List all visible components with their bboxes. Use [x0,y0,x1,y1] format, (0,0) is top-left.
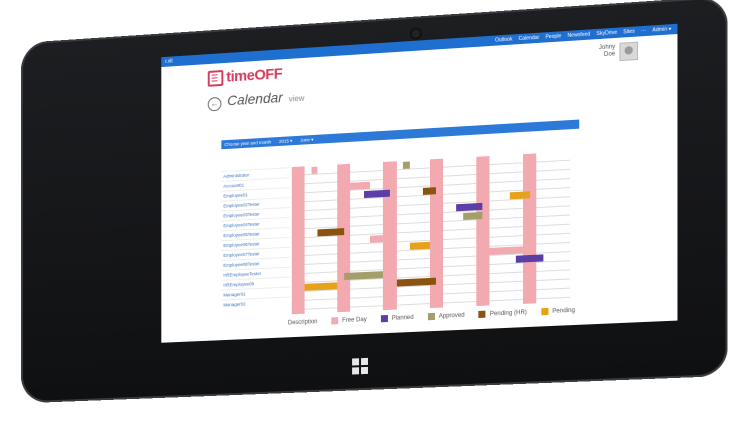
calendar-day-column [337,164,344,313]
legend-label-0: Free Day [342,316,367,324]
legend-label: Description [287,318,318,326]
calendar-day-column [291,166,299,315]
page-subtitle: view [288,93,305,104]
leave-bar[interactable] [456,202,483,212]
leave-bar[interactable] [317,228,344,237]
calendar-day-column [456,157,463,307]
legend-item: Planned [380,314,414,323]
leave-bar[interactable] [370,235,384,243]
leave-bar[interactable] [311,166,318,174]
nav-admin[interactable]: Admin ▾ [652,26,671,33]
calendar-day-column [330,164,338,313]
calendar-day-column [298,166,305,314]
legend-item: Free Day [331,316,367,325]
calendar-day-column [403,160,410,310]
legend-swatch [478,310,486,319]
calendar-day-column [429,159,437,309]
app-logo[interactable]: timeOFF [207,65,283,87]
legend-item: Approved [427,312,465,321]
calendar-day-column [522,153,530,304]
calendar-day-column [543,152,550,304]
calendar-day-column [449,157,457,308]
calendar-day-column [409,160,417,310]
windows-logo-icon[interactable] [352,357,368,375]
back-arrow-icon[interactable]: ← [207,96,222,112]
calendar-day-column [442,158,450,308]
legend-swatch [331,317,339,325]
calendar-day-column [422,159,430,309]
nav-more[interactable]: ··· [641,28,646,34]
page-title: Calendar [227,89,283,109]
legend-swatch [427,312,435,321]
nav-skydrive[interactable]: SkyDrive [596,30,617,37]
employee-list: Administrator Account01 Employee01 Employee… [221,167,290,310]
legend-swatch [380,314,388,323]
calendar-day-column [529,153,537,304]
nav-calendar[interactable]: Calendar [519,35,540,42]
calendar-grid: Administrator Account01 Employee01 Employee… [221,129,576,318]
leave-bar[interactable] [422,187,437,195]
app-screen: r.xlt Outlook Calendar People Newsfeed S… [161,23,678,343]
legend-item: Pending (HR) [478,309,527,319]
calendar-day-column [482,156,490,306]
calendar-day-column [496,155,503,306]
calendar-day-column [317,165,325,314]
calendar-day-column [563,151,571,303]
legend-label-3: Pending (HR) [489,309,527,318]
month-dropdown[interactable]: June ▾ [300,137,313,144]
calendar-day-column [489,155,497,306]
days-area [291,129,576,315]
calendar-day-column [502,154,510,305]
calendar-day-column [324,164,331,313]
user-name[interactable]: Johny Doe [599,44,616,59]
calendar-day-column [389,161,397,310]
tablet: r.xlt Outlook Calendar People Newsfeed S… [21,0,728,404]
page-title-row: ← Calendar view [207,88,305,112]
legend-label-4: Pending [552,307,575,315]
calendar-day-column [383,161,390,311]
calendar-day-column [469,156,476,307]
calendar-day-column [549,152,557,303]
tablet-device-photo: r.xlt Outlook Calendar People Newsfeed S… [0,0,739,421]
calendar-day-column [556,151,564,303]
calendar-day-column [396,160,403,310]
year-dropdown[interactable]: 2015 ▾ [279,138,292,145]
leave-bar[interactable] [350,181,371,190]
calendar-day-column [311,165,318,314]
calendar-day-column [343,163,351,312]
leave-bar[interactable] [403,161,410,169]
legend-item: Pending [541,307,575,316]
leave-bar[interactable] [409,241,430,250]
avatar[interactable] [619,41,639,62]
user-last-name: Doe [603,51,616,59]
leave-bar[interactable] [363,189,390,199]
calendar-day-column [516,154,523,305]
calendar-day-column [536,153,544,304]
calendar-day-column [476,156,483,307]
legend-swatch [541,307,549,316]
leave-bar[interactable] [509,191,530,200]
app-name: timeOFF [226,65,283,86]
legend-label-2: Approved [438,312,465,320]
nav-outlook[interactable]: Outlook [495,36,512,43]
nav-newsfeed[interactable]: Newsfeed [567,31,590,39]
calendar-cells [291,151,576,315]
nav-people[interactable]: People [545,33,561,40]
calendar-day-column [416,159,423,309]
calendar-day-column [509,154,517,305]
calendar-day-column [462,157,470,307]
leave-bar[interactable] [462,211,483,220]
calendar-day-column [304,166,312,314]
calendar-logo-icon [207,69,224,87]
legend-label-1: Planned [391,314,414,322]
leave-bar[interactable] [516,254,544,263]
calendar-day-column [436,158,443,308]
nav-sites[interactable]: Sites [623,29,635,36]
